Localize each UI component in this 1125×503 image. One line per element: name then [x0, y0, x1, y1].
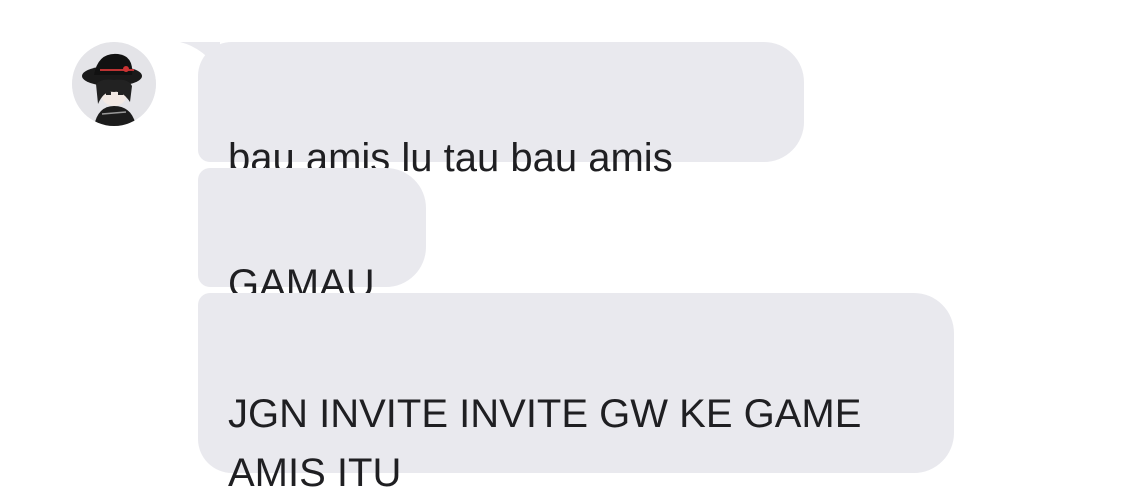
message-bubble[interactable]: GAMAU — [198, 168, 426, 306]
sender-avatar[interactable] — [72, 42, 156, 126]
user-avatar-icon — [72, 42, 156, 126]
message-bubble[interactable]: JGN INVITE INVITE GW KE GAME AMIS ITU — [198, 293, 954, 495]
message-text: JGN INVITE INVITE GW KE GAME AMIS ITU — [228, 392, 862, 495]
message-bubble[interactable]: bau amis lu tau bau amis — [198, 42, 804, 180]
